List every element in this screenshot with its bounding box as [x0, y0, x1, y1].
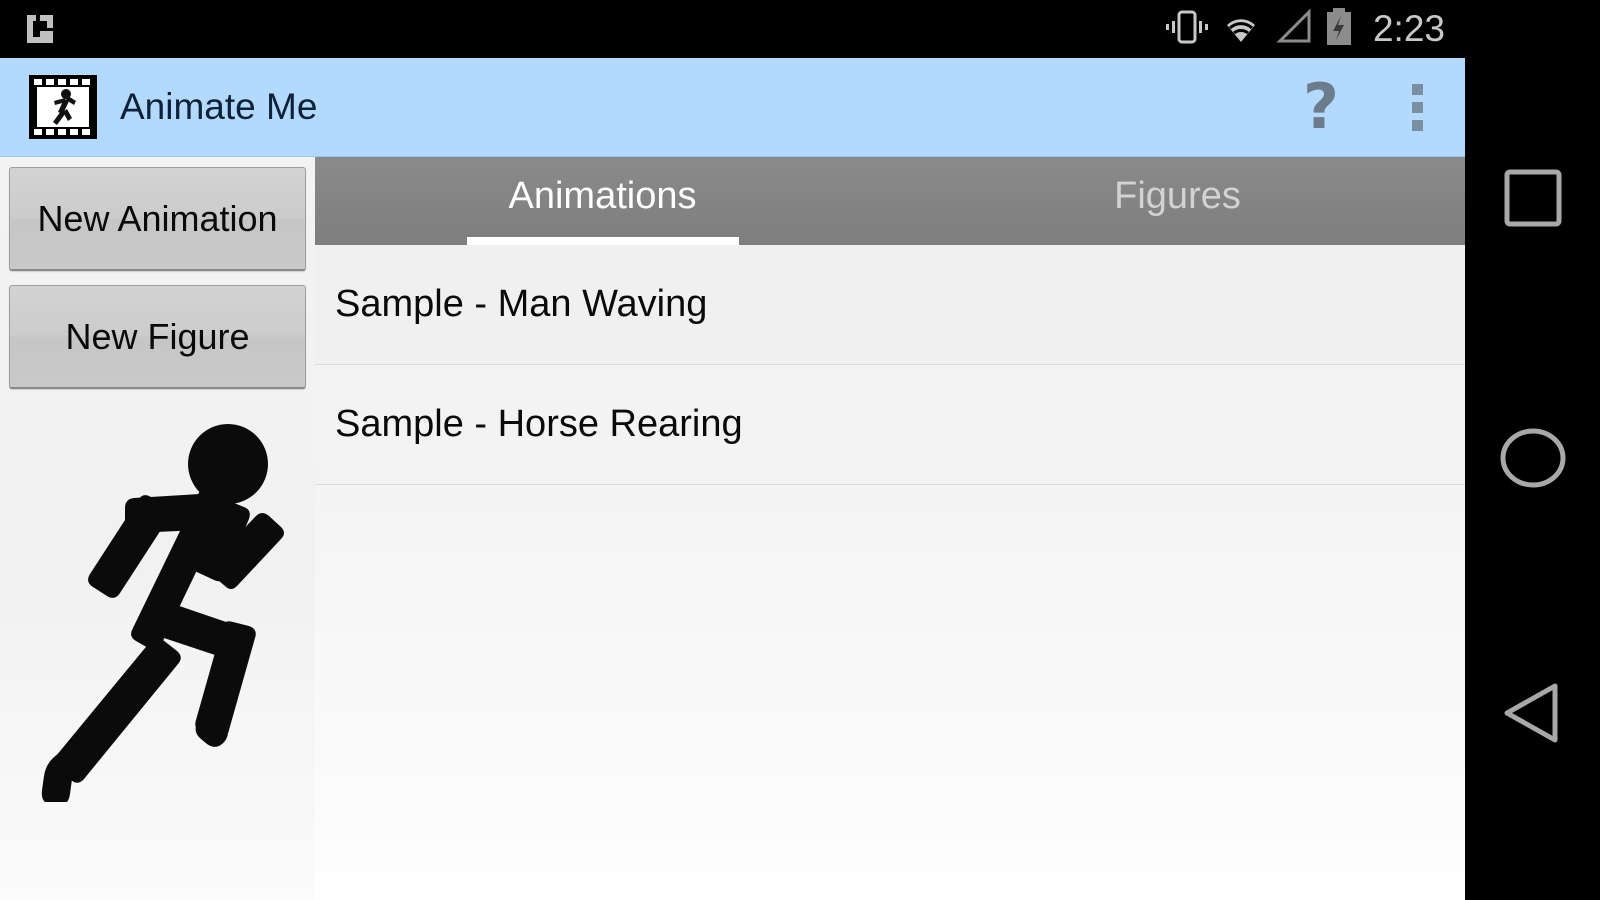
- battery-charging-icon: [1323, 7, 1355, 52]
- status-bar: 2:23: [0, 0, 1465, 58]
- help-button[interactable]: ?: [1273, 58, 1369, 157]
- new-animation-button[interactable]: New Animation: [9, 167, 306, 271]
- android-device-screen: 2:23 Animate Me ? New Animation New Figu…: [0, 0, 1600, 900]
- cell-signal-icon: [1273, 7, 1315, 51]
- list-item-label: Sample - Man Waving: [335, 283, 708, 325]
- wifi-icon: [1217, 8, 1265, 51]
- app-title: Animate Me: [120, 86, 318, 127]
- list-item-label: Sample - Horse Rearing: [335, 403, 743, 445]
- vibrate-icon: [1165, 9, 1209, 50]
- film-strip-running-figure-icon: [28, 72, 98, 142]
- circle-icon: [1498, 427, 1568, 494]
- tab-active-indicator: [466, 237, 739, 245]
- tab-animations[interactable]: Animations: [315, 157, 890, 245]
- triangle-left-icon: [1499, 680, 1567, 751]
- tab-bar: Animations Figures: [315, 157, 1465, 245]
- back-button[interactable]: [1465, 635, 1600, 795]
- status-bar-system-icons: 2:23: [1165, 7, 1465, 52]
- overflow-dot-2: [1411, 101, 1423, 113]
- square-icon: [1502, 167, 1564, 234]
- overflow-dot-1: [1411, 83, 1423, 95]
- tab-figures-label: Figures: [1114, 174, 1241, 217]
- navigation-bar: [1465, 0, 1600, 900]
- app-notification-icon: [20, 9, 60, 49]
- animations-list: Sample - Man Waving Sample - Horse Reari…: [315, 245, 1465, 900]
- status-bar-clock: 2:23: [1372, 8, 1445, 49]
- content-area: New Animation New Figure Animations Figu…: [0, 157, 1465, 900]
- app-bar-actions: ?: [1273, 58, 1465, 156]
- list-item[interactable]: Sample - Horse Rearing: [315, 365, 1465, 485]
- running-stick-figure-icon: [10, 402, 310, 807]
- overflow-menu-button[interactable]: [1369, 58, 1465, 157]
- app-bar: Animate Me ?: [0, 58, 1465, 157]
- status-bar-notifications: [0, 9, 60, 49]
- list-item[interactable]: Sample - Man Waving: [315, 245, 1465, 365]
- tab-animations-label: Animations: [508, 174, 697, 217]
- question-mark-icon: ?: [1303, 70, 1339, 143]
- tab-figures[interactable]: Figures: [890, 157, 1465, 245]
- left-panel: New Animation New Figure: [0, 157, 315, 900]
- right-panel: Animations Figures Sample - Man Waving S…: [315, 157, 1465, 900]
- recents-button[interactable]: [1465, 120, 1600, 280]
- overflow-dot-3: [1411, 119, 1423, 131]
- list-empty-area: [315, 485, 1465, 900]
- new-figure-button[interactable]: New Figure: [9, 285, 306, 389]
- home-button[interactable]: [1465, 380, 1600, 540]
